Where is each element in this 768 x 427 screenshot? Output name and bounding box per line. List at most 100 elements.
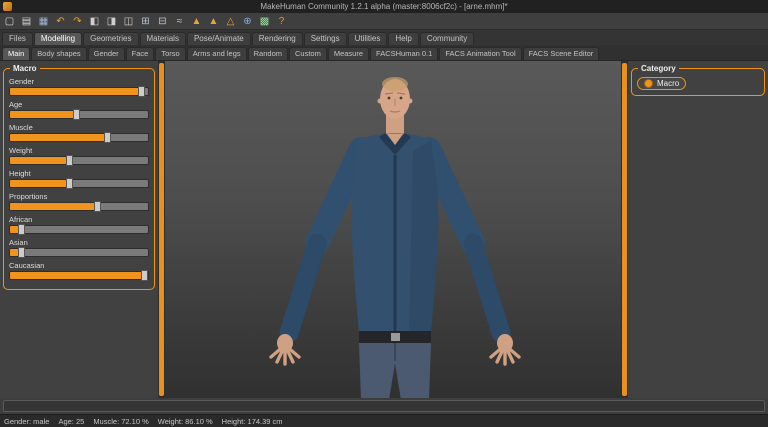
- left-scrollbar-thumb[interactable]: [159, 63, 164, 396]
- menu-tab-geometries[interactable]: Geometries: [83, 32, 139, 45]
- globe-icon[interactable]: ⊕: [241, 15, 254, 28]
- sub-tab-gender[interactable]: Gender: [87, 47, 125, 60]
- slider-track[interactable]: [9, 155, 149, 166]
- makehuman-window: MakeHuman Community 1.2.1 alpha (master:…: [0, 0, 768, 427]
- slider-track[interactable]: [9, 247, 149, 258]
- side-view-icon[interactable]: △: [224, 15, 237, 28]
- menu-tab-utilities[interactable]: Utilities: [347, 32, 388, 45]
- sub-tab-custom[interactable]: Custom: [289, 47, 327, 60]
- slider-handle[interactable]: [103, 132, 111, 143]
- category-groupbox-title: Category: [638, 64, 679, 73]
- belt-buckle: [391, 333, 400, 341]
- sub-tab-arms-and-legs[interactable]: Arms and legs: [186, 47, 247, 60]
- toolbar: ▢ ▤ ▦ ↶ ↷ ◧ ◨ ◫ ⊞ ⊟ ≈ ▲ ▲ △ ⊕ ▩?: [0, 13, 768, 30]
- undo-icon[interactable]: ↶: [54, 15, 67, 28]
- symmetry-right-icon[interactable]: ◨: [105, 15, 118, 28]
- radio-icon: [644, 79, 653, 88]
- top-view-icon[interactable]: ▲: [190, 15, 203, 28]
- slider-age: Age: [9, 100, 149, 120]
- shirt-shading: [409, 141, 439, 333]
- symmetry-left-icon[interactable]: ◧: [88, 15, 101, 28]
- sub-tab-torso[interactable]: Torso: [155, 47, 186, 60]
- macro-groupbox-title: Macro: [10, 64, 40, 73]
- menu-tab-pose-animate[interactable]: Pose/Animate: [186, 32, 251, 45]
- slider-track[interactable]: [9, 224, 149, 235]
- sub-tab-facs-animation-tool[interactable]: FACS Animation Tool: [439, 47, 522, 60]
- menu-tab-files[interactable]: Files: [2, 32, 33, 45]
- category-option-macro[interactable]: Macro: [637, 77, 687, 90]
- slider-fill: [10, 272, 144, 279]
- right-forearm: [463, 233, 511, 343]
- menu-tab-rendering[interactable]: Rendering: [251, 32, 303, 45]
- slider-label: Caucasian: [9, 261, 45, 270]
- slider-fill: [10, 134, 107, 141]
- slider-track[interactable]: [9, 86, 149, 97]
- slider-track[interactable]: [9, 109, 149, 120]
- slider-handle[interactable]: [73, 109, 81, 120]
- slider-fill: [10, 203, 97, 210]
- category-groupbox: Category Macro: [631, 64, 765, 96]
- sub-tab-face[interactable]: Face: [125, 47, 155, 60]
- slider-weight: Weight: [9, 146, 149, 166]
- slider-handle[interactable]: [66, 155, 74, 166]
- slider-fill: [10, 180, 70, 187]
- sub-tab-facs-scene-editor[interactable]: FACS Scene Editor: [522, 47, 600, 60]
- status-segment: Muscle: 72.10 %: [93, 416, 149, 426]
- slider-handle[interactable]: [18, 247, 26, 258]
- slider-fill: [10, 157, 70, 164]
- slider-handle[interactable]: [93, 201, 101, 212]
- bottom-bar: [0, 398, 768, 414]
- left-forearm: [279, 233, 327, 343]
- slider-handle[interactable]: [18, 224, 26, 235]
- right-ear: [407, 98, 413, 104]
- slider-label: Height: [9, 169, 31, 178]
- subdivide-icon[interactable]: ⊟: [156, 15, 169, 28]
- slider-track[interactable]: [9, 270, 149, 281]
- smooth-icon[interactable]: ≈: [173, 15, 186, 28]
- status-segment: Height: 174.39 cm: [221, 416, 283, 426]
- sub-tab-main[interactable]: Main: [2, 47, 31, 60]
- progress-bar: [3, 400, 765, 412]
- right-eye: [399, 96, 403, 100]
- right-panel: Category Macro: [628, 61, 768, 398]
- save-icon[interactable]: ▦: [37, 15, 50, 28]
- left-ear: [377, 98, 383, 104]
- menu-tab-modelling[interactable]: Modelling: [33, 32, 83, 45]
- slider-african: African: [9, 215, 149, 235]
- window-title: MakeHuman Community 1.2.1 alpha (master:…: [260, 2, 508, 11]
- right-scrollbar-thumb[interactable]: [622, 63, 627, 396]
- viewport-3d[interactable]: [165, 61, 621, 398]
- menu-tab-materials[interactable]: Materials: [139, 32, 186, 45]
- slider-track[interactable]: [9, 132, 149, 143]
- slider-track[interactable]: [9, 178, 149, 189]
- slider-caucasian: Caucasian: [9, 261, 149, 281]
- left-scrollbar: [158, 61, 165, 398]
- status-segment: Gender: male: [4, 416, 50, 426]
- new-icon[interactable]: ▢: [3, 15, 16, 28]
- slider-handle[interactable]: [66, 178, 74, 189]
- menu-tab-help[interactable]: Help: [388, 32, 419, 45]
- sub-tab-body-shapes[interactable]: Body shapes: [31, 47, 87, 60]
- load-icon[interactable]: ▤: [20, 15, 33, 28]
- slider-label: Proportions: [9, 192, 48, 201]
- slider-track[interactable]: [9, 201, 149, 212]
- menu-tab-community[interactable]: Community: [419, 32, 475, 45]
- sub-tab-facshuman-0-1[interactable]: FACSHuman 0.1: [370, 47, 439, 60]
- title-bar[interactable]: MakeHuman Community 1.2.1 alpha (master:…: [0, 0, 768, 13]
- slider-list: Gender Age Muscle Weight Height Proportions Af…: [9, 77, 149, 281]
- symmetry-icon[interactable]: ◫: [122, 15, 135, 28]
- grid-ground-icon[interactable]: ▩: [258, 15, 271, 28]
- left-eye: [387, 96, 391, 100]
- sub-tab-measure[interactable]: Measure: [327, 47, 370, 60]
- slider-handle[interactable]: [140, 270, 148, 281]
- sub-tab-random[interactable]: Random: [247, 47, 288, 60]
- slider-handle[interactable]: [138, 86, 146, 97]
- redo-icon[interactable]: ↷: [71, 15, 84, 28]
- help-icon[interactable]: ?: [275, 15, 288, 28]
- menu-tab-settings[interactable]: Settings: [303, 32, 347, 45]
- human-model[interactable]: [165, 61, 621, 398]
- slider-label: Weight: [9, 146, 33, 155]
- macro-groupbox: Macro Gender Age Muscle Weight Height Proport…: [3, 64, 155, 290]
- grid-icon[interactable]: ⊞: [139, 15, 152, 28]
- front-view-icon[interactable]: ▲: [207, 15, 220, 28]
